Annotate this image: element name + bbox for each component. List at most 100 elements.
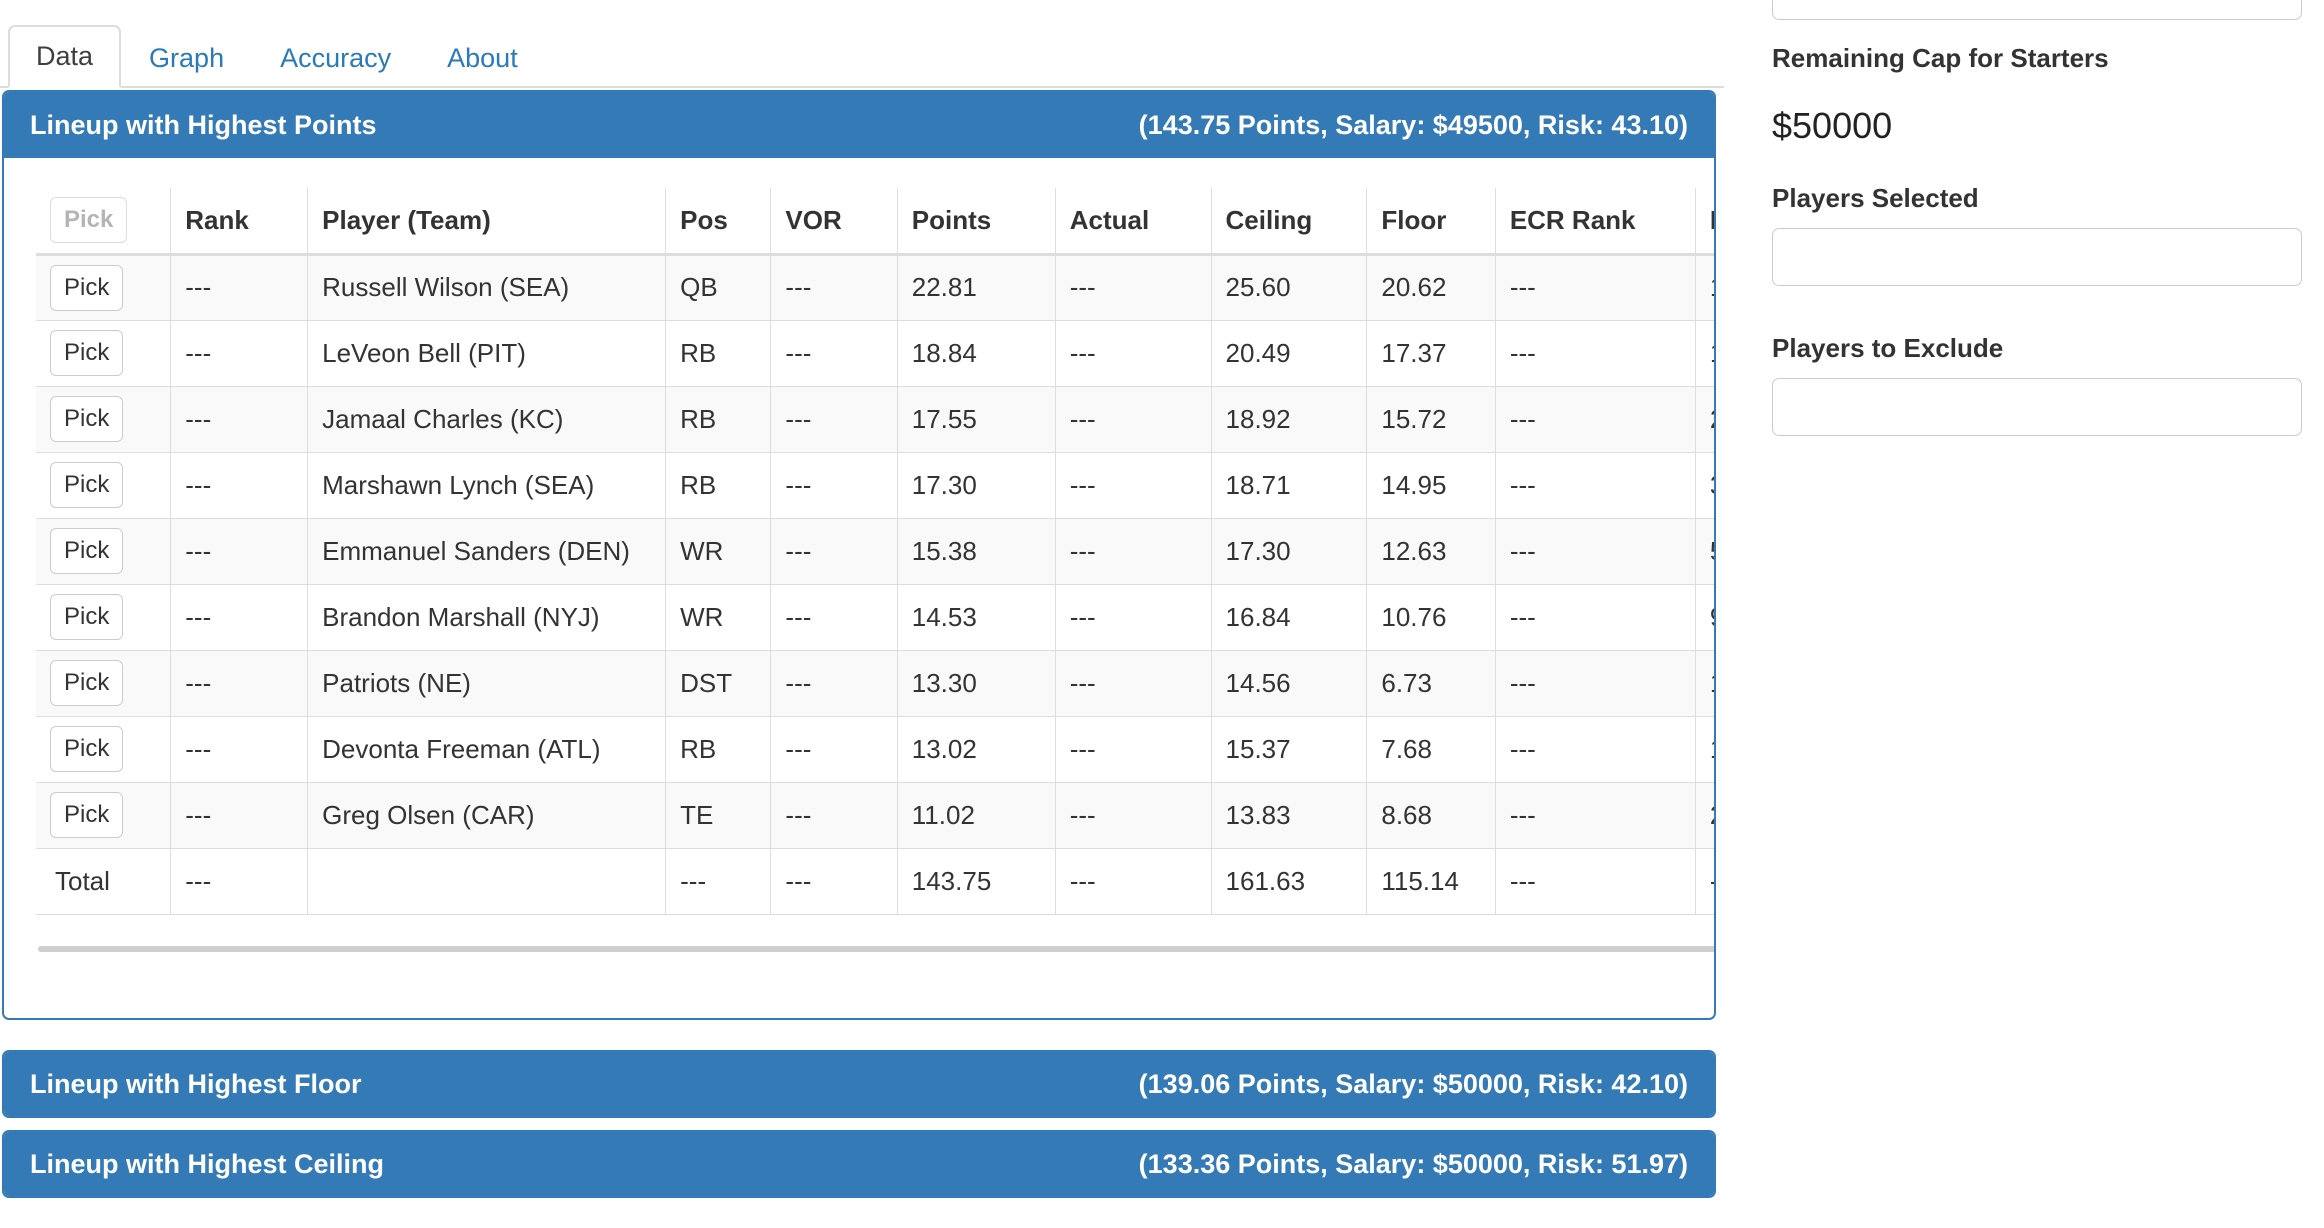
cell-total-pos: --- xyxy=(665,847,772,915)
cell-points: 14.53 xyxy=(896,583,1056,651)
cell-vor: --- xyxy=(770,583,898,651)
cell-total-vor: --- xyxy=(770,847,898,915)
table-row: Pick --- LeVeon Bell (PIT) RB --- 18.84 --- 20.… xyxy=(36,319,1714,387)
table-total-row: Total---------143.75---161.63115.14-----… xyxy=(36,847,1714,915)
cell-total-player xyxy=(307,847,667,915)
cell-pick: Pick xyxy=(36,253,172,321)
tab-data[interactable]: Data xyxy=(8,25,122,88)
panel-highest-points-body: Pick Rank Player (Team) Pos VOR Points A… xyxy=(4,158,1714,958)
tab-graph[interactable]: Graph xyxy=(121,27,252,88)
cell-pick: Pick xyxy=(36,319,172,387)
cell-ceiling: 13.83 xyxy=(1210,781,1368,849)
cell-pick: Pick xyxy=(36,385,172,453)
cell-player: Jamaal Charles (KC) xyxy=(307,385,667,453)
cell-total-ecr-rank: --- xyxy=(1494,847,1696,915)
players-to-exclude-field-wrap xyxy=(1772,378,2302,436)
cell-pos-rank: 3 xyxy=(1694,451,1714,519)
cell-pick: Pick xyxy=(36,781,172,849)
cell-pick: Pick xyxy=(36,583,172,651)
tab-accuracy[interactable]: Accuracy xyxy=(252,27,419,88)
table-row: Pick --- Greg Olsen (CAR) TE --- 11.02 --- 13.8… xyxy=(36,781,1714,849)
cell-pos: QB xyxy=(665,253,772,321)
cell-ceiling: 15.37 xyxy=(1210,715,1368,783)
cell-floor: 14.95 xyxy=(1366,451,1496,519)
column-header-actual[interactable]: Actual xyxy=(1054,188,1212,256)
cell-pos: WR xyxy=(665,517,772,585)
app-root: Data Graph Accuracy About Lineup with Hi… xyxy=(0,0,2324,1228)
column-header-vor[interactable]: VOR xyxy=(770,188,898,256)
panel-highest-ceiling-header[interactable]: Lineup with Highest Ceiling (133.36 Poin… xyxy=(4,1132,1714,1196)
cell-rank: --- xyxy=(170,649,309,717)
cell-ceiling: 16.84 xyxy=(1210,583,1368,651)
cell-pos: TE xyxy=(665,781,772,849)
cell-floor: 12.63 xyxy=(1366,517,1496,585)
cell-points: 18.84 xyxy=(896,319,1056,387)
column-header-pos[interactable]: Pos xyxy=(665,188,772,256)
cell-pos-rank: 10 xyxy=(1694,715,1714,783)
cell-actual: --- xyxy=(1054,451,1212,519)
pick-button[interactable]: Pick xyxy=(50,528,124,574)
cell-rank: --- xyxy=(170,781,309,849)
cell-ecr-rank: --- xyxy=(1494,385,1696,453)
cell-points: 17.55 xyxy=(896,385,1056,453)
cell-floor: 15.72 xyxy=(1366,385,1496,453)
cell-actual: --- xyxy=(1054,715,1212,783)
column-header-points[interactable]: Points xyxy=(896,188,1056,256)
cell-floor: 10.76 xyxy=(1366,583,1496,651)
cell-pos: WR xyxy=(665,583,772,651)
panel-highest-points-title: Lineup with Highest Points xyxy=(30,109,377,140)
cell-pos-rank: 2 xyxy=(1694,781,1714,849)
panel-highest-floor: Lineup with Highest Floor (139.06 Points… xyxy=(2,1050,1716,1118)
horizontal-scrollbar[interactable] xyxy=(38,946,1714,952)
panel-highest-floor-meta: (139.06 Points, Salary: $50000, Risk: 42… xyxy=(1138,1068,1688,1099)
panel-highest-floor-header[interactable]: Lineup with Highest Floor (139.06 Points… xyxy=(4,1052,1714,1116)
pick-button[interactable]: Pick xyxy=(50,462,124,508)
cell-points: 13.30 xyxy=(896,649,1056,717)
lineup-table-scroll-container[interactable]: Pick Rank Player (Team) Pos VOR Points A… xyxy=(4,158,1714,958)
pick-button[interactable]: Pick xyxy=(50,396,124,442)
lineup-table-body: Pick --- Russell Wilson (SEA) QB --- 22.81 ---… xyxy=(36,253,1714,915)
pick-button[interactable]: Pick xyxy=(50,264,124,311)
cell-pos-rank: 1 xyxy=(1694,649,1714,717)
sidebar-cutoff-input-above[interactable] xyxy=(1772,0,2302,20)
cell-rank: --- xyxy=(170,319,309,387)
pick-button[interactable]: Pick xyxy=(50,594,124,640)
cell-total-floor: 115.14 xyxy=(1366,847,1496,915)
tab-about[interactable]: About xyxy=(419,27,546,88)
panel-highest-ceiling-meta: (133.36 Points, Salary: $50000, Risk: 51… xyxy=(1138,1148,1688,1179)
column-header-floor[interactable]: Floor xyxy=(1366,188,1496,256)
pick-button[interactable]: Pick xyxy=(50,726,124,772)
pick-button[interactable]: Pick xyxy=(50,660,124,706)
cell-vor: --- xyxy=(770,781,898,849)
table-row: Pick --- Patriots (NE) DST --- 13.30 --- 14.56 6… xyxy=(36,649,1714,717)
cell-pick: Pick xyxy=(36,649,172,717)
cell-points: 17.30 xyxy=(896,451,1056,519)
column-header-ecr-rank[interactable]: ECR Rank xyxy=(1494,188,1696,256)
column-header-rank[interactable]: Rank xyxy=(170,188,309,256)
cell-pos-rank: 5 xyxy=(1694,517,1714,585)
pick-button[interactable]: Pick xyxy=(50,330,124,376)
players-selected-input[interactable] xyxy=(1772,228,2302,286)
tab-data-label: Data xyxy=(36,41,94,71)
panel-highest-points-meta: (143.75 Points, Salary: $49500, Risk: 43… xyxy=(1138,109,1688,140)
pick-button[interactable]: Pick xyxy=(50,792,124,838)
column-header-player[interactable]: Player (Team) xyxy=(307,188,667,256)
cell-ceiling: 25.60 xyxy=(1210,253,1368,321)
cell-player: Devonta Freeman (ATL) xyxy=(307,715,667,783)
cell-ecr-rank: --- xyxy=(1494,649,1696,717)
cell-pos-rank: 1 xyxy=(1694,253,1714,321)
cell-rank: --- xyxy=(170,715,309,783)
cell-player: Marshawn Lynch (SEA) xyxy=(307,451,667,519)
cell-floor: 20.62 xyxy=(1366,253,1496,321)
players-to-exclude-input[interactable] xyxy=(1772,378,2302,436)
cell-floor: 8.68 xyxy=(1366,781,1496,849)
players-selected-label: Players Selected xyxy=(1772,183,1979,213)
panel-highest-points-header[interactable]: Lineup with Highest Points (143.75 Point… xyxy=(4,92,1714,158)
cell-floor: 7.68 xyxy=(1366,715,1496,783)
cell-player: Russell Wilson (SEA) xyxy=(307,253,667,321)
table-row: Pick --- Marshawn Lynch (SEA) RB --- 17.30 ---… xyxy=(36,451,1714,519)
cell-ceiling: 14.56 xyxy=(1210,649,1368,717)
column-header-pos-rank[interactable]: Pos Rank xyxy=(1694,188,1714,256)
cell-rank: --- xyxy=(170,385,309,453)
column-header-ceiling[interactable]: Ceiling xyxy=(1210,188,1368,256)
